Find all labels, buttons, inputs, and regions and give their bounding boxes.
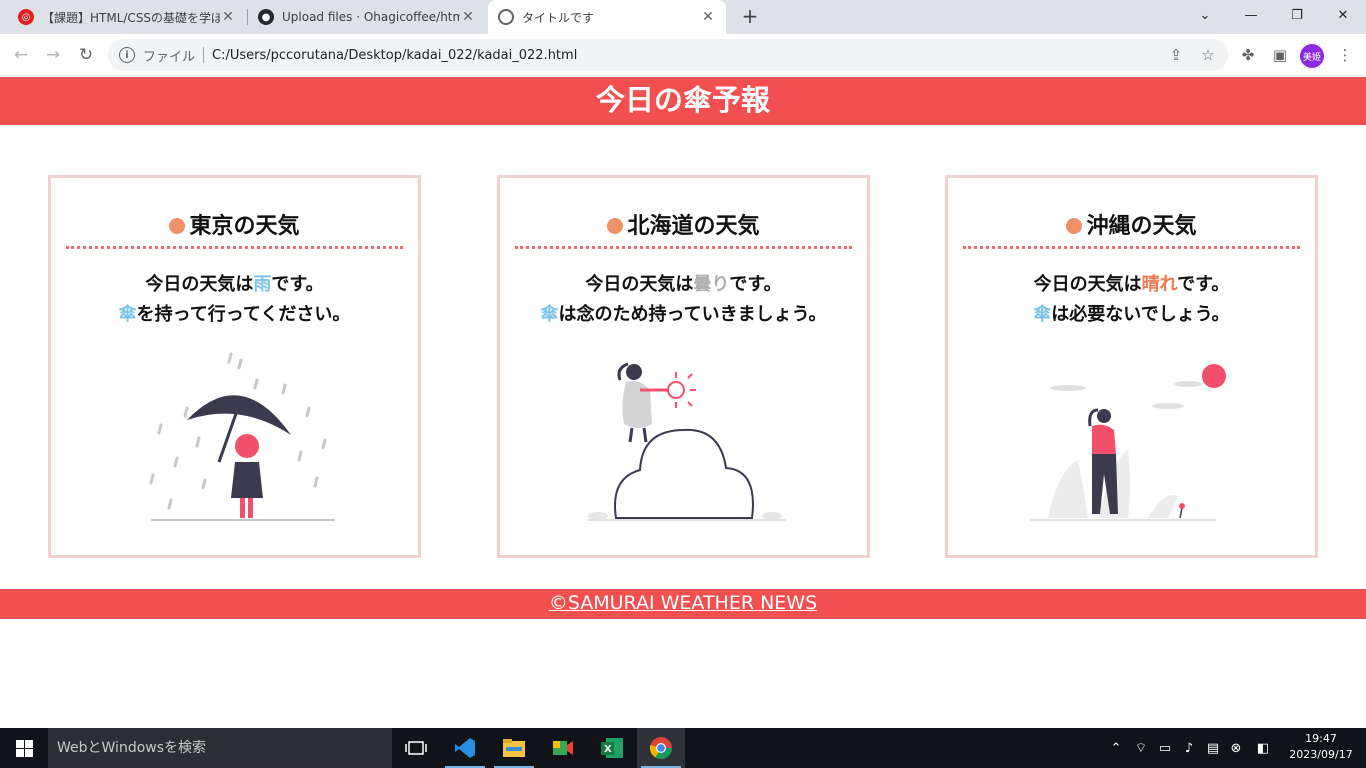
start-windows-icon[interactable] — [0, 728, 48, 768]
omnibox-divider — [203, 47, 205, 63]
browser-toolbar: ← → ↻ i ファイル C:/Users/pccorutana/Desktop… — [0, 34, 1366, 76]
umbrella-word: 傘 — [118, 304, 137, 325]
close-window-button[interactable]: ✕ — [1320, 0, 1366, 30]
tab-close-icon[interactable]: ✕ — [220, 9, 236, 25]
new-tab-button[interactable]: + — [738, 4, 762, 30]
scheme-label: ファイル — [143, 49, 196, 65]
url-text[interactable]: C:/Users/pccorutana/Desktop/kadai_022/ka… — [212, 48, 577, 63]
back-arrow-icon[interactable]: ← — [9, 43, 33, 67]
battery-icon[interactable]: ▭ — [1154, 728, 1176, 768]
message-text: 今日の天気は — [1033, 274, 1142, 295]
globe-favicon-icon — [498, 9, 514, 25]
taskbar: WebとWindowsを検索 X ⌃ ⌔ ▭ ♪ ▤ ⊗ ◧ 19:47 202… — [0, 728, 1366, 768]
card-title-text: 沖縄の天気 — [1086, 214, 1197, 239]
ime-icon[interactable]: ◧ — [1252, 728, 1274, 768]
tab-title: 【課題】HTML/CSSの基礎を学ぼう - — [42, 10, 220, 25]
message-text: は念のため持っていきましょう。 — [558, 304, 827, 325]
vscode-icon[interactable] — [441, 728, 489, 768]
restore-button[interactable]: ❐ — [1274, 0, 1320, 30]
cloud-climber-illustration-icon — [588, 362, 786, 521]
address-bar[interactable]: i ファイル C:/Users/pccorutana/Desktop/kadai… — [108, 39, 1228, 71]
excel-icon[interactable]: X — [588, 728, 636, 768]
card-title-text: 東京の天気 — [189, 214, 300, 239]
card-title: 沖縄の天気 — [963, 212, 1300, 249]
tab-search-dropdown-icon[interactable]: ⌄ — [1182, 0, 1228, 30]
title-dot-icon — [169, 218, 186, 234]
bookmark-star-icon[interactable]: ☆ — [1196, 43, 1220, 67]
tab-close-icon[interactable]: ✕ — [700, 9, 716, 25]
rain-umbrella-illustration-icon — [149, 352, 335, 521]
weather-word: 曇り — [693, 274, 730, 295]
svg-text:X: X — [604, 744, 612, 755]
notification-icon[interactable]: ▤ — [1202, 728, 1224, 768]
side-panel-icon[interactable]: ▣ — [1268, 43, 1292, 67]
samurai-favicon-icon: ◎ — [18, 9, 34, 25]
tab-active-page[interactable]: タイトルです ✕ — [488, 0, 726, 34]
weather-card-tokyo: 東京の天気 今日の天気は雨です。 傘を持って行ってください。 — [48, 175, 421, 558]
umbrella-word: 傘 — [540, 304, 559, 325]
card-message: 今日の天気は晴れです。 傘は必要ないでしょう。 — [948, 270, 1315, 330]
tab-kadai[interactable]: ◎ 【課題】HTML/CSSの基礎を学ぼう - ✕ — [8, 0, 246, 34]
title-dot-icon — [607, 218, 624, 234]
menu-kebab-icon[interactable]: ⋮ — [1333, 43, 1357, 67]
wifi-icon[interactable]: ⌔ — [1130, 728, 1152, 768]
meet-icon[interactable] — [539, 728, 587, 768]
minimize-button[interactable]: — — [1228, 0, 1274, 30]
card-title-text: 北海道の天気 — [627, 214, 760, 239]
page-title: 今日の傘予報 — [0, 77, 1366, 125]
message-text: です。 — [271, 274, 324, 295]
footer-copyright-link[interactable]: ©SAMURAI WEATHER NEWS — [549, 592, 817, 614]
info-icon[interactable]: i — [119, 47, 135, 63]
chrome-icon[interactable] — [637, 728, 685, 768]
weather-word: 晴れ — [1141, 274, 1178, 295]
taskbar-search-input[interactable]: WebとWindowsを検索 — [48, 728, 392, 768]
status-x-icon[interactable]: ⊗ — [1226, 728, 1246, 768]
message-text: は必要ないでしょう。 — [1051, 304, 1230, 325]
forward-arrow-icon[interactable]: → — [41, 43, 65, 67]
card-title: 北海道の天気 — [515, 212, 852, 249]
message-text: を持って行ってください。 — [136, 304, 351, 325]
profile-avatar[interactable]: 美姫 — [1300, 44, 1324, 68]
tab-github[interactable]: ● Upload files · Ohagicoffee/html-c ✕ — [248, 0, 486, 34]
reload-icon[interactable]: ↻ — [74, 43, 98, 67]
card-message: 今日の天気は曇りです。 傘は念のため持っていきましょう。 — [500, 270, 867, 330]
tray-chevron-up-icon[interactable]: ⌃ — [1106, 728, 1126, 768]
message-text: 今日の天気は — [585, 274, 694, 295]
title-dot-icon — [1066, 218, 1083, 234]
tab-title: Upload files · Ohagicoffee/html-c — [282, 10, 460, 24]
taskbar-clock[interactable]: 19:47 2023/09/17 — [1286, 731, 1356, 763]
extensions-puzzle-icon[interactable]: ✤ — [1236, 43, 1260, 67]
github-favicon-icon: ● — [258, 9, 274, 25]
volume-icon[interactable]: ♪ — [1178, 728, 1200, 768]
clock-time: 19:47 — [1305, 732, 1337, 745]
message-text: です。 — [1177, 274, 1230, 295]
site-footer: ©SAMURAI WEATHER NEWS — [0, 589, 1366, 619]
sunny-walker-illustration-icon — [1030, 364, 1226, 521]
weather-word: 雨 — [253, 274, 272, 295]
file-explorer-icon[interactable] — [490, 728, 538, 768]
message-text: です。 — [729, 274, 782, 295]
card-title: 東京の天気 — [66, 212, 403, 249]
weather-card-hokkaido: 北海道の天気 今日の天気は曇りです。 傘は念のため持っていきましょう。 — [497, 175, 870, 558]
tab-close-icon[interactable]: ✕ — [460, 9, 476, 25]
card-message: 今日の天気は雨です。 傘を持って行ってください。 — [51, 270, 418, 330]
message-text: 今日の天気は — [145, 274, 254, 295]
umbrella-word: 傘 — [1033, 304, 1052, 325]
clock-date: 2023/09/17 — [1289, 748, 1353, 761]
task-view-icon[interactable] — [392, 728, 440, 768]
tab-title: タイトルです — [522, 10, 595, 25]
tab-strip: ◎ 【課題】HTML/CSSの基礎を学ぼう - ✕ ● Upload files… — [0, 0, 1366, 34]
weather-card-okinawa: 沖縄の天気 今日の天気は晴れです。 傘は必要ないでしょう。 — [945, 175, 1318, 558]
page-viewport: 今日の傘予報 東京の天気 今日の天気は雨です。 傘を持って行ってください。 北海… — [0, 77, 1366, 728]
share-icon[interactable]: ⇪ — [1164, 43, 1188, 67]
